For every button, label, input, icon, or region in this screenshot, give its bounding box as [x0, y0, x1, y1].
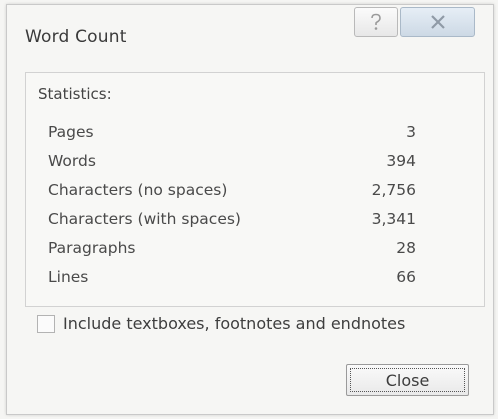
stat-label: Lines — [48, 268, 89, 286]
stat-label: Paragraphs — [48, 239, 136, 257]
include-textboxes-checkbox[interactable] — [37, 314, 55, 333]
stat-row-characters-no-spaces: Characters (no spaces) 2,756 — [48, 181, 416, 205]
close-button-label: Close — [385, 370, 430, 390]
stat-value: 66 — [396, 268, 416, 286]
stat-row-lines: Lines 66 — [48, 268, 416, 292]
stat-label: Pages — [48, 123, 94, 141]
stat-value: 394 — [386, 152, 416, 170]
stat-label: Characters (with spaces) — [48, 210, 241, 228]
stat-row-paragraphs: Paragraphs 28 — [48, 239, 416, 263]
stat-value: 2,756 — [371, 181, 416, 199]
close-button[interactable]: Close — [346, 364, 469, 396]
stat-label: Characters (no spaces) — [48, 181, 228, 199]
stat-value: 3,341 — [371, 210, 416, 228]
question-mark-icon — [371, 13, 381, 30]
statistics-group: Statistics: Pages 3 Words 394 Characters… — [25, 72, 485, 307]
help-button[interactable] — [354, 7, 398, 37]
window-close-button[interactable] — [400, 7, 475, 37]
close-x-icon — [430, 15, 445, 29]
statistics-heading: Statistics: — [38, 85, 112, 103]
stat-value: 3 — [406, 123, 416, 141]
stat-row-pages: Pages 3 — [48, 123, 416, 147]
stat-row-characters-with-spaces: Characters (with spaces) 3,341 — [48, 210, 416, 234]
word-count-dialog: Word Count Statistics: Pages 3 Words 394… — [6, 4, 494, 415]
stat-row-words: Words 394 — [48, 152, 416, 176]
stat-value: 28 — [396, 239, 416, 257]
stat-label: Words — [48, 152, 96, 170]
include-textboxes-option[interactable]: Include textboxes, footnotes and endnote… — [37, 314, 405, 333]
include-textboxes-label: Include textboxes, footnotes and endnote… — [63, 314, 406, 333]
dialog-title: Word Count — [25, 27, 127, 47]
